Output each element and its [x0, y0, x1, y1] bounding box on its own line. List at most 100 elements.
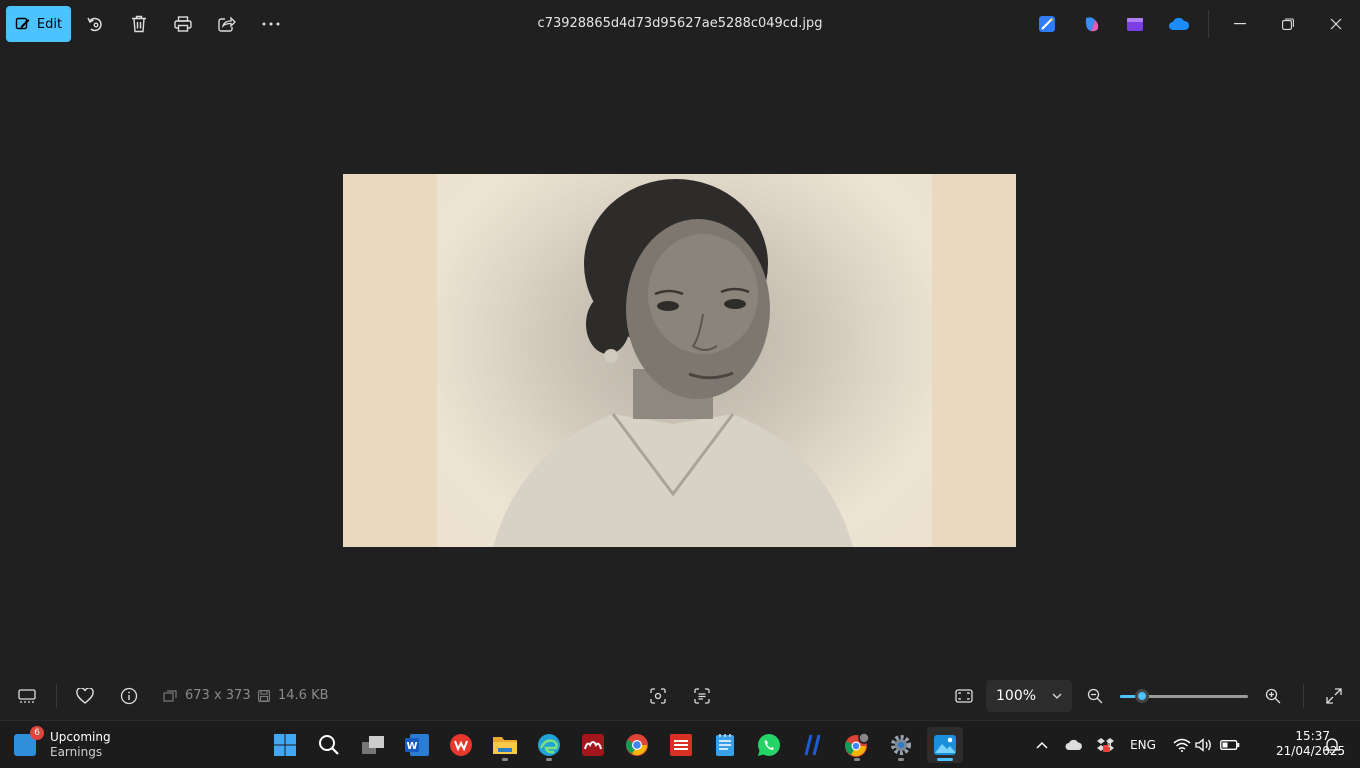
photos-app[interactable]	[927, 727, 963, 763]
word-icon: W	[405, 734, 429, 756]
zoom-in-button[interactable]	[1258, 681, 1288, 711]
search-icon	[319, 735, 339, 755]
save-icon	[258, 689, 270, 702]
delete-button[interactable]	[124, 9, 154, 39]
share-button[interactable]	[212, 9, 242, 39]
widgets-button[interactable]: 6 Upcoming Earnings	[14, 726, 134, 763]
volume-icon	[1195, 738, 1211, 752]
active-indicator	[937, 758, 953, 761]
stocks-icon: 6	[14, 726, 44, 756]
file-name-title: c73928865d4d73d95627ae5288c049cd.jpg	[537, 16, 823, 31]
visual-search-button[interactable]	[643, 681, 673, 711]
onedrive-tray[interactable]	[1063, 735, 1085, 755]
zoom-out-icon	[1087, 688, 1103, 704]
displayed-photo[interactable]	[343, 174, 1016, 547]
portrait-image	[493, 179, 853, 547]
chevron-down-icon	[1052, 693, 1062, 699]
windows-taskbar: 6 Upcoming Earnings W 9 ENG 15:37 21/04/…	[0, 720, 1360, 768]
info-icon	[120, 687, 138, 705]
rotate-button[interactable]	[80, 9, 110, 39]
print-button[interactable]	[168, 9, 198, 39]
zoom-slider-thumb[interactable]	[1134, 689, 1149, 703]
more-options-button[interactable]	[256, 9, 286, 39]
maximize-button[interactable]	[1273, 9, 1303, 39]
start-button[interactable]	[267, 727, 303, 763]
edge-app[interactable]	[531, 727, 567, 763]
bottom-divider	[56, 684, 57, 708]
full-screen-button[interactable]	[1319, 681, 1349, 711]
fit-screen-icon	[955, 689, 973, 703]
notepad-icon	[716, 734, 734, 756]
favorite-button[interactable]	[70, 681, 100, 711]
more-icon	[262, 22, 280, 26]
running-indicator	[854, 758, 860, 761]
text-scan-button[interactable]	[687, 681, 717, 711]
filmstrip-button[interactable]	[12, 681, 42, 711]
zoom-out-button[interactable]	[1080, 681, 1110, 711]
onedrive-button[interactable]	[1164, 9, 1194, 39]
whatsapp-icon	[758, 734, 780, 756]
wifi-status[interactable]	[1172, 735, 1192, 755]
zoom-level-dropdown[interactable]: 100%	[986, 680, 1072, 712]
show-hidden-icons-button[interactable]	[1032, 735, 1052, 755]
share-icon	[218, 16, 236, 32]
heart-icon	[76, 688, 94, 704]
mendeley-app[interactable]	[575, 727, 611, 763]
visual-search-icon	[650, 688, 666, 704]
notepad-app[interactable]	[707, 727, 743, 763]
task-view-button[interactable]	[355, 727, 391, 763]
maximize-icon	[1282, 18, 1294, 30]
edit-icon	[15, 17, 30, 30]
zoom-in-icon	[1265, 688, 1281, 704]
sejda-app[interactable]	[663, 727, 699, 763]
wps-office-app[interactable]	[443, 727, 479, 763]
widget-badge: 6	[30, 726, 44, 740]
fit-to-window-button[interactable]	[949, 681, 979, 711]
file-info-button[interactable]	[114, 681, 144, 711]
bottom-divider-right	[1303, 684, 1304, 708]
whatsapp-app[interactable]	[751, 727, 787, 763]
widget-subtitle: Earnings	[50, 745, 103, 759]
scan-text-icon	[694, 688, 710, 704]
chrome-app[interactable]	[619, 727, 655, 763]
search-button[interactable]	[311, 727, 347, 763]
cloud-icon	[1065, 739, 1082, 750]
slash-app[interactable]	[795, 727, 831, 763]
chrome-profile-app[interactable]	[839, 727, 875, 763]
notifications-button[interactable]	[1322, 735, 1342, 755]
close-button[interactable]	[1321, 9, 1351, 39]
zoom-slider[interactable]	[1120, 689, 1248, 703]
chrome-profile-icon	[845, 732, 870, 757]
designer-button[interactable]	[1032, 9, 1062, 39]
settings-app[interactable]	[883, 727, 919, 763]
volume-status[interactable]	[1194, 735, 1214, 755]
edit-button[interactable]: Edit	[6, 6, 71, 42]
bottom-toolbar: 673 x 373 14.6 KB 100%	[0, 672, 1360, 720]
word-app[interactable]: W	[399, 727, 435, 763]
mendeley-icon	[582, 734, 604, 756]
top-toolbar: Edit c73928865d4d73d95627ae5288c049cd.jp…	[0, 0, 1360, 48]
gear-icon	[891, 735, 911, 755]
minimize-icon	[1234, 23, 1246, 25]
copilot-icon	[1085, 17, 1099, 32]
expand-icon	[1326, 688, 1342, 704]
file-size-text: 14.6 KB	[278, 688, 329, 703]
delete-icon	[132, 15, 146, 33]
print-icon	[174, 16, 192, 32]
dropbox-icon	[1097, 738, 1114, 752]
battery-status[interactable]	[1219, 735, 1241, 755]
minimize-button[interactable]	[1225, 9, 1255, 39]
app-tray-icon[interactable]: 9	[1095, 735, 1117, 755]
windows-start-icon	[274, 734, 296, 756]
battery-icon	[1220, 740, 1240, 750]
copilot-button[interactable]	[1077, 9, 1107, 39]
photos-icon	[934, 735, 956, 755]
bell-icon	[1324, 738, 1340, 753]
file-explorer-app[interactable]	[487, 727, 523, 763]
chrome-icon	[626, 734, 648, 756]
language-indicator[interactable]: ENG	[1128, 735, 1158, 755]
clipchamp-button[interactable]	[1120, 9, 1150, 39]
designer-icon	[1039, 16, 1055, 32]
running-indicator	[502, 758, 508, 761]
clipchamp-icon	[1127, 18, 1143, 31]
